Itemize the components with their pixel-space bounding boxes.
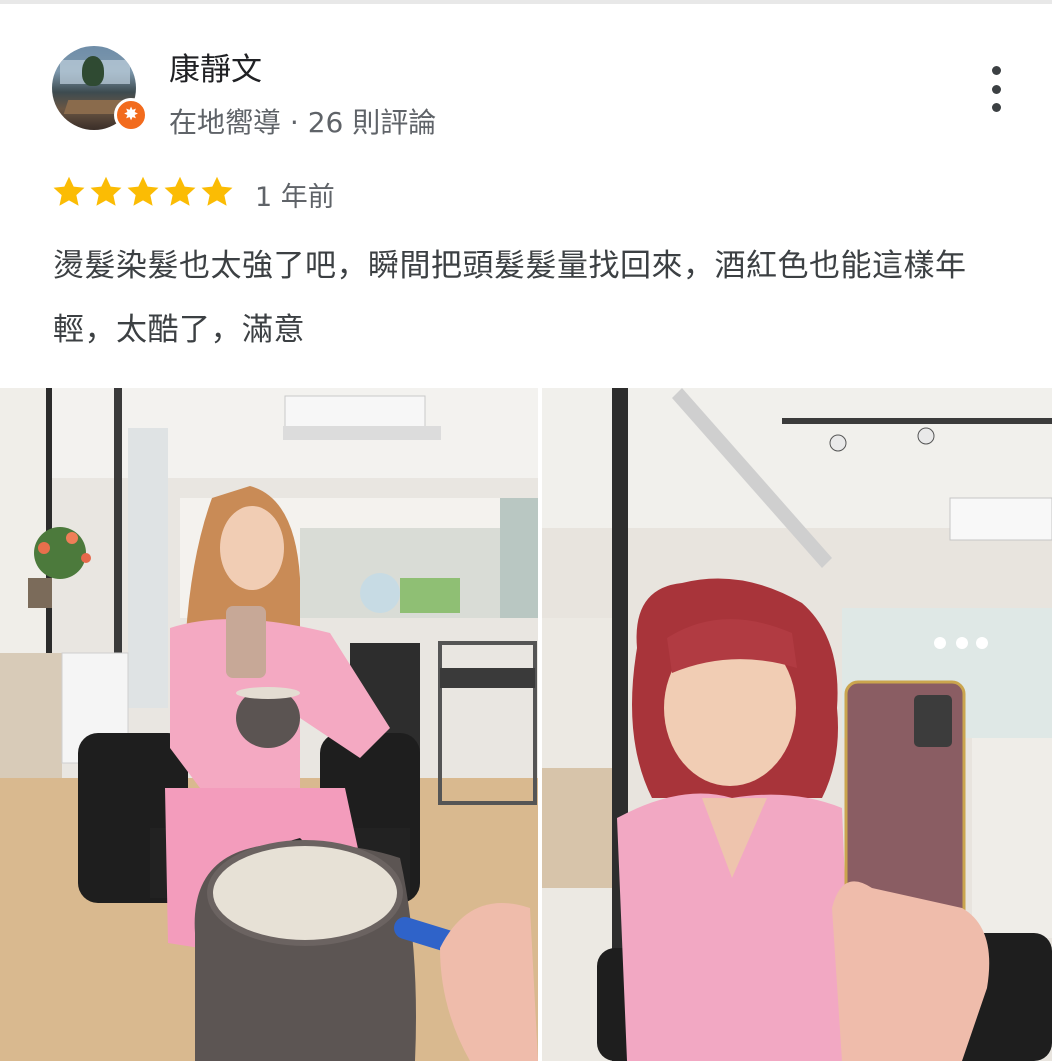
review-photo-2[interactable] <box>542 388 1052 1061</box>
star-icon <box>90 176 122 206</box>
reviewer-meta[interactable]: 在地嚮導 · 26 則評論 <box>169 101 436 141</box>
top-divider <box>0 0 1052 4</box>
more-options-icon[interactable] <box>980 66 1012 112</box>
star-icon <box>164 176 196 206</box>
reviewer-name[interactable]: 康靜文 <box>169 44 262 89</box>
local-guide-badge-icon: ✸ <box>114 98 148 132</box>
salon-selfie-image <box>0 388 538 1061</box>
star-icon <box>201 176 233 206</box>
review-time: 1 年前 <box>255 182 335 213</box>
star-icon <box>53 176 85 206</box>
star-rating <box>51 174 236 210</box>
review-photo-1[interactable] <box>0 388 538 1061</box>
red-hair-selfie-image <box>542 388 1052 1061</box>
star-icon <box>127 176 159 206</box>
review-text: 燙髮染髮也太強了吧，瞬間把頭髮髮量找回來，酒紅色也能這樣年輕，太酷了，滿意 <box>53 248 967 348</box>
